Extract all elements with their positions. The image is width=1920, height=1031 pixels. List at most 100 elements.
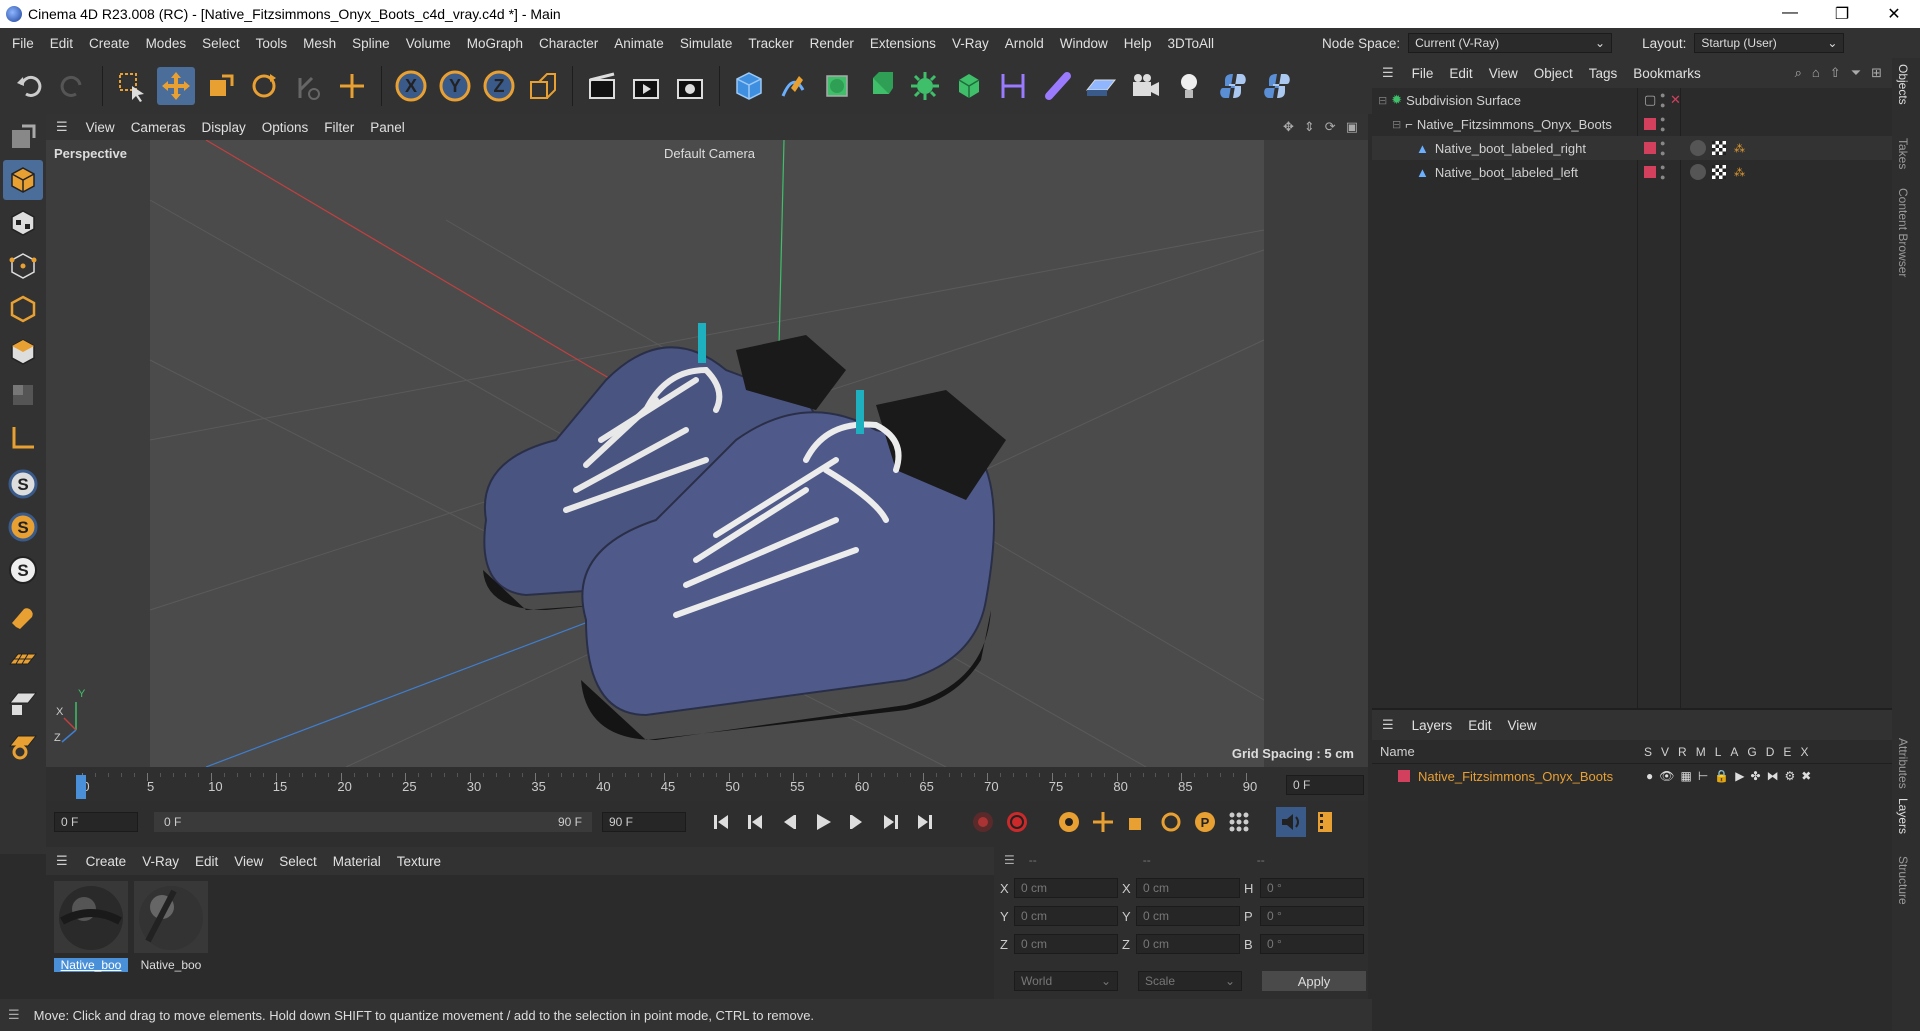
key-scale-button[interactable] xyxy=(1122,807,1152,837)
close-button[interactable]: ✕ xyxy=(1868,4,1920,24)
position-x-field[interactable]: 0 cm xyxy=(1014,878,1118,898)
snap-button-1[interactable]: S xyxy=(3,464,43,504)
snap-button-2[interactable]: S xyxy=(3,507,43,547)
viewport-maximize-icon[interactable]: ▣ xyxy=(1346,119,1358,135)
object-row-boots-null[interactable]: ⊟ ⌐ Native_Fitzsimmons_Onyx_Boots ● ● xyxy=(1372,112,1892,136)
key-position-button[interactable] xyxy=(1088,807,1118,837)
om-menu-bookmarks[interactable]: Bookmarks xyxy=(1625,66,1709,81)
lock-grid-button[interactable] xyxy=(3,682,43,722)
uv-mode-button[interactable] xyxy=(3,375,43,415)
node-space-select[interactable]: Current (V-Ray) ⌄ xyxy=(1408,33,1613,53)
collapse-icon[interactable]: ⊟ xyxy=(1378,94,1387,107)
viewport-menu-options[interactable]: Options xyxy=(254,120,317,135)
viewport-menu-cameras[interactable]: Cameras xyxy=(123,120,194,135)
model-mode-button[interactable] xyxy=(3,160,43,200)
sculpt-button[interactable] xyxy=(3,725,43,765)
pen-spline-button[interactable] xyxy=(774,67,812,105)
expression-icon[interactable]: ⚙ xyxy=(1785,769,1796,783)
size-x-field[interactable]: 0 cm xyxy=(1136,878,1240,898)
animation-play-icon[interactable]: ▶ xyxy=(1735,769,1744,783)
layer-color-tag[interactable] xyxy=(1644,142,1656,154)
render-clapboard-icon[interactable]: ▦ xyxy=(1680,769,1691,783)
menu-vray[interactable]: V-Ray xyxy=(944,36,997,51)
viewport-menu-filter[interactable]: Filter xyxy=(316,120,362,135)
tab-takes[interactable]: Takes xyxy=(1896,138,1910,169)
size-z-field[interactable]: 0 cm xyxy=(1136,934,1240,954)
uvw-tag-icon[interactable] xyxy=(1712,165,1726,179)
menu-tracker[interactable]: Tracker xyxy=(740,36,801,51)
floor-button[interactable] xyxy=(1082,67,1120,105)
cube-button[interactable] xyxy=(730,67,768,105)
autokey-button[interactable] xyxy=(1002,807,1032,837)
menu-character[interactable]: Character xyxy=(531,36,606,51)
python-generator-button[interactable] xyxy=(1258,67,1296,105)
render-settings-button[interactable] xyxy=(671,67,709,105)
viewport-menu-display[interactable]: Display xyxy=(193,120,253,135)
hamburger-icon[interactable]: ☰ xyxy=(1382,717,1394,733)
timeline-window-button[interactable] xyxy=(1310,807,1340,837)
material-swatch[interactable]: Native_boo xyxy=(54,881,128,973)
menu-edit[interactable]: Edit xyxy=(42,36,81,51)
manager-hierarchy-icon[interactable]: ⊢ xyxy=(1698,769,1708,783)
position-y-field[interactable]: 0 cm xyxy=(1014,906,1118,926)
start-frame-field[interactable]: 0 F xyxy=(54,812,138,832)
menu-create[interactable]: Create xyxy=(81,36,138,51)
search-icon[interactable]: ⌕ xyxy=(1795,65,1802,81)
snap-button-3[interactable]: S xyxy=(3,550,43,590)
previous-key-button[interactable] xyxy=(740,807,770,837)
visibility-dots[interactable]: ● ● xyxy=(1660,114,1665,134)
record-active-button[interactable] xyxy=(968,807,998,837)
magnet-button[interactable] xyxy=(3,596,43,636)
tab-objects[interactable]: Objects xyxy=(1896,64,1910,105)
menu-file[interactable]: File xyxy=(4,36,42,51)
play-button[interactable] xyxy=(808,807,838,837)
vray-tag-icon[interactable]: ⁂ xyxy=(1734,166,1745,179)
viewport-menu-panel[interactable]: Panel xyxy=(362,120,413,135)
end-frame-field[interactable]: 90 F xyxy=(602,812,686,832)
size-mode-select[interactable]: Scale ⌄ xyxy=(1138,971,1242,991)
layer-color-swatch[interactable] xyxy=(1398,770,1410,782)
menu-3dtoall[interactable]: 3DToAll xyxy=(1160,36,1223,51)
filter-icon[interactable]: ⏷ xyxy=(1851,65,1861,81)
extrude-button[interactable] xyxy=(862,67,900,105)
recent-tool-button[interactable] xyxy=(289,67,327,105)
material-menu-material[interactable]: Material xyxy=(325,854,389,869)
material-menu-edit[interactable]: Edit xyxy=(187,854,226,869)
redo-button[interactable] xyxy=(54,67,92,105)
keyframe-selection-button[interactable] xyxy=(1054,807,1084,837)
coordinate-mode-select[interactable]: World ⌄ xyxy=(1014,971,1118,991)
visibility-dots[interactable]: ● ● xyxy=(1660,138,1665,158)
material-swatch[interactable]: Native_boo xyxy=(134,881,208,973)
menu-select[interactable]: Select xyxy=(194,36,248,51)
material-tag-icon[interactable] xyxy=(1690,140,1706,156)
menu-animate[interactable]: Animate xyxy=(606,36,672,51)
rotate-tool-button[interactable] xyxy=(245,67,283,105)
python-script-button[interactable] xyxy=(1214,67,1252,105)
timeline-playhead[interactable] xyxy=(76,775,86,799)
menu-mograph[interactable]: MoGraph xyxy=(459,36,531,51)
camera-button[interactable] xyxy=(1126,67,1164,105)
object-row-boot-right[interactable]: ▲ Native_boot_labeled_right ● ● ⁂ xyxy=(1372,136,1892,160)
object-row-subdivision-surface[interactable]: ⊟ ✹ Subdivision Surface ▢ ● ● ✕ xyxy=(1372,88,1892,112)
layer-color-tag[interactable] xyxy=(1644,166,1656,178)
menu-extensions[interactable]: Extensions xyxy=(862,36,944,51)
texture-mode-button[interactable] xyxy=(3,203,43,243)
new-panel-icon[interactable]: ⊞ xyxy=(1871,65,1882,81)
key-rotation-button[interactable] xyxy=(1156,807,1186,837)
object-row-boot-left[interactable]: ▲ Native_boot_labeled_left ● ● ⁂ xyxy=(1372,160,1892,184)
polygon-mode-button[interactable] xyxy=(3,332,43,372)
visibility-dots[interactable]: ● ● xyxy=(1660,162,1665,182)
eye-icon[interactable]: 👁 xyxy=(1659,769,1674,783)
workplane-button[interactable] xyxy=(3,418,43,458)
layers-menu-view[interactable]: View xyxy=(1499,718,1544,733)
menu-mesh[interactable]: Mesh xyxy=(295,36,344,51)
hamburger-icon[interactable]: ☰ xyxy=(8,1007,20,1023)
material-menu-vray[interactable]: V-Ray xyxy=(134,854,187,869)
next-key-button[interactable] xyxy=(876,807,906,837)
edge-mode-button[interactable] xyxy=(3,289,43,329)
menu-simulate[interactable]: Simulate xyxy=(672,36,741,51)
material-menu-select[interactable]: Select xyxy=(271,854,325,869)
subdivision-surface-button[interactable] xyxy=(818,67,856,105)
camera-label[interactable]: Default Camera xyxy=(664,146,755,161)
layers-menu-edit[interactable]: Edit xyxy=(1460,718,1499,733)
